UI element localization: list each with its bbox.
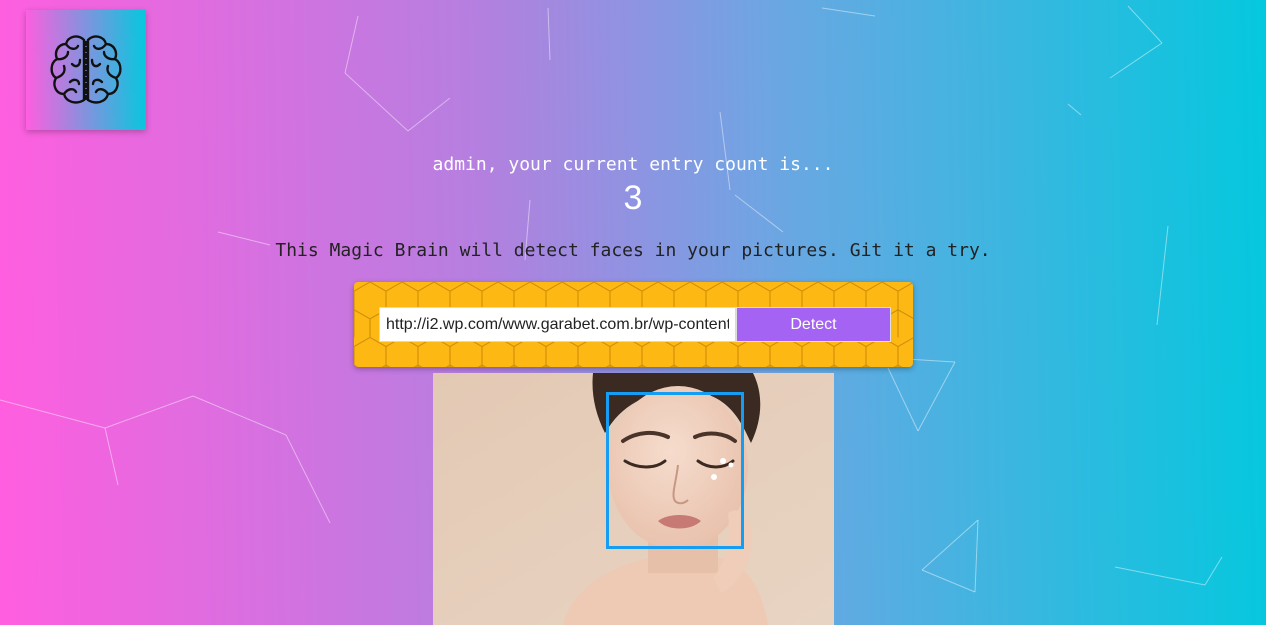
- detect-button[interactable]: Detect: [736, 307, 891, 342]
- image-url-input[interactable]: [379, 307, 736, 342]
- intro-text: This Magic Brain will detect faces in yo…: [275, 240, 991, 261]
- entry-count: 3: [623, 179, 643, 217]
- face-bounding-box: [606, 392, 744, 549]
- brain-icon: [50, 35, 122, 104]
- result-image: [433, 373, 834, 625]
- image-link-form: Detect: [354, 282, 913, 367]
- rank-greeting: admin, your current entry count is...: [432, 154, 834, 175]
- logo: [26, 10, 146, 130]
